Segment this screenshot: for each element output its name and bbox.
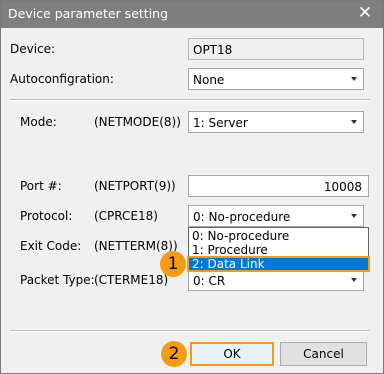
chevron-down-icon — [351, 214, 357, 218]
protocol-select[interactable]: 0: No-procedure — [188, 205, 364, 227]
separator-top — [10, 99, 370, 101]
protocol-label: Protocol: — [20, 209, 73, 223]
mode-select[interactable]: 1: Server — [188, 111, 364, 133]
device-label: Device: — [10, 42, 56, 56]
window-title: Device parameter setting — [8, 6, 169, 21]
port-input[interactable]: 10008 — [188, 175, 369, 197]
device-parameter-dialog: Device parameter setting ✕ Device: OPT18… — [0, 0, 384, 374]
cancel-button[interactable]: Cancel — [280, 342, 367, 366]
device-value: OPT18 — [193, 43, 233, 57]
protocol-option-1[interactable]: 1: Procedure — [189, 243, 368, 257]
packet-type-value: 0: CR — [193, 274, 226, 288]
chevron-down-icon — [351, 120, 357, 124]
port-value: 10008 — [323, 180, 362, 194]
exit-code-label: Exit Code: — [20, 239, 82, 253]
mode-label: Mode: — [20, 115, 57, 129]
protocol-value: 0: No-procedure — [193, 210, 291, 224]
chevron-down-icon — [351, 77, 357, 81]
ok-button[interactable]: OK — [190, 342, 274, 366]
chevron-down-icon — [351, 278, 357, 282]
packet-type-select[interactable]: 0: CR — [188, 269, 364, 291]
protocol-param: (CPRCE18) — [94, 209, 158, 223]
packet-type-param: (CTERME18) — [94, 273, 169, 287]
exit-code-param: (NETTERM(8)) — [94, 239, 178, 253]
mode-param: (NETMODE(8)) — [94, 115, 181, 129]
packet-type-label: Packet Type: — [20, 273, 95, 287]
port-param: (NETPORT(9)) — [94, 179, 176, 193]
callout-badge-1: 1 — [160, 251, 186, 277]
device-field: OPT18 — [188, 38, 364, 60]
callout-badge-2: 2 — [161, 341, 187, 367]
autoconfig-value: None — [193, 73, 225, 87]
title-bar: Device parameter setting ✕ — [1, 1, 383, 28]
callout-highlight-option — [187, 256, 370, 272]
autoconfig-select[interactable]: None — [188, 68, 364, 90]
protocol-option-0[interactable]: 0: No-procedure — [189, 229, 368, 243]
autoconfig-label: Autoconfigration: — [10, 72, 114, 86]
close-icon[interactable]: ✕ — [357, 4, 373, 22]
separator-bottom — [10, 330, 370, 332]
mode-value: 1: Server — [193, 116, 248, 130]
port-label: Port #: — [20, 179, 62, 193]
